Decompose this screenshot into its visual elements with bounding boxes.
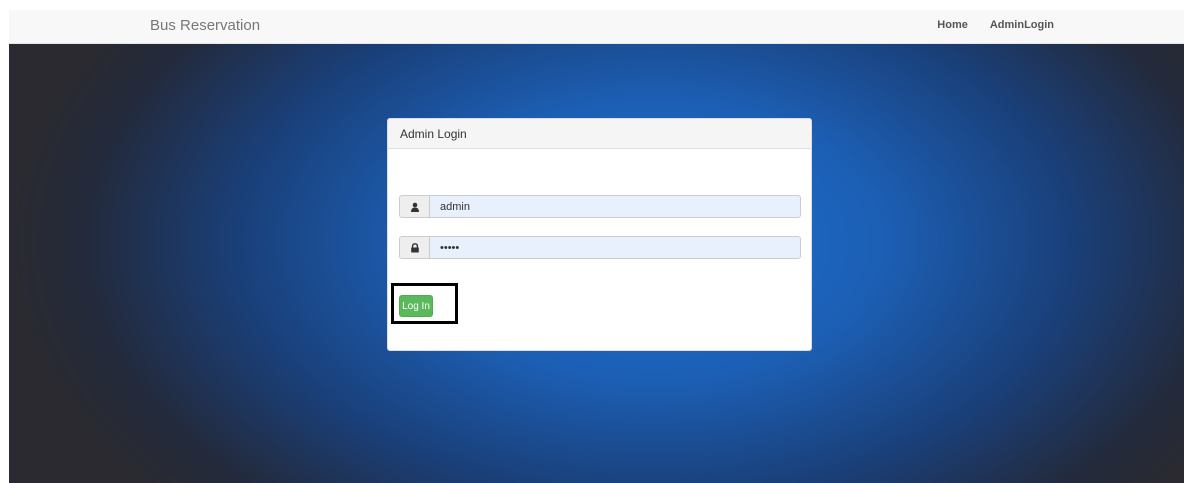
navbar-brand[interactable]: Bus Reservation: [150, 17, 260, 34]
admin-login-panel: Admin Login Log In: [387, 118, 812, 351]
panel-heading: Admin Login: [388, 119, 811, 149]
nav-link-home[interactable]: Home: [937, 19, 968, 31]
username-group: [399, 195, 801, 218]
nav-links: Home AdminLogin: [937, 19, 1054, 31]
login-button[interactable]: Log In: [399, 295, 433, 317]
lock-icon: [399, 236, 429, 259]
user-icon: [399, 195, 429, 218]
password-group: [399, 236, 801, 259]
navbar: Bus Reservation Home AdminLogin: [9, 10, 1184, 44]
top-strip: [0, 0, 1184, 10]
username-input[interactable]: [429, 195, 801, 218]
password-input[interactable]: [429, 236, 801, 259]
nav-link-admin-login[interactable]: AdminLogin: [990, 19, 1054, 31]
